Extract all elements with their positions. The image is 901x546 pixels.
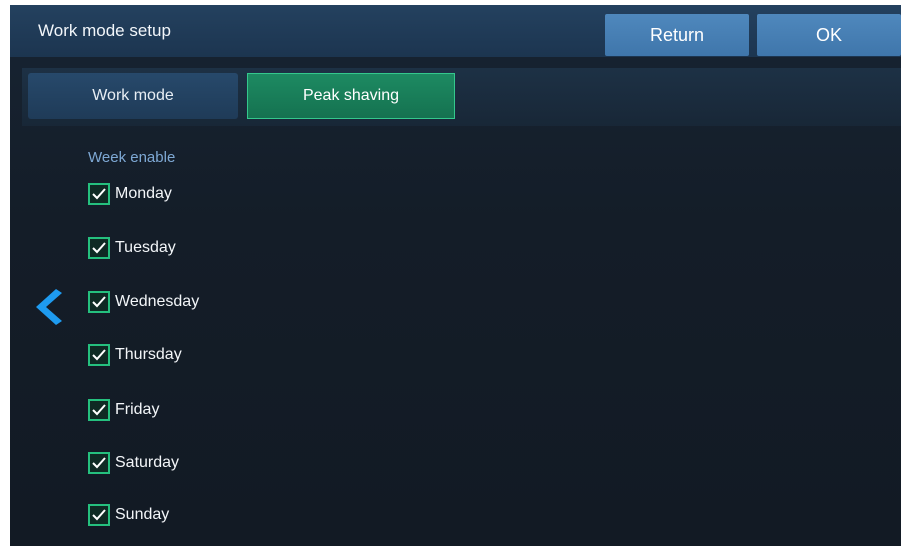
monday-checkbox-row[interactable]: Monday (88, 181, 172, 207)
thursday-checkbox[interactable] (88, 344, 110, 366)
work-mode-setup-screen: Work mode setup Return OK Work mode Peak… (10, 5, 901, 546)
sunday-checkbox[interactable] (88, 504, 110, 526)
checkmark-icon (92, 188, 106, 200)
tuesday-checkbox-row[interactable]: Tuesday (88, 235, 176, 261)
wednesday-label: Wednesday (115, 293, 200, 310)
sunday-checkbox-row[interactable]: Sunday (88, 502, 169, 528)
page-title: Work mode setup (38, 21, 171, 40)
saturday-checkbox-row[interactable]: Saturday (88, 450, 179, 476)
return-button[interactable]: Return (605, 14, 749, 56)
tab-peak-shaving[interactable]: Peak shaving (247, 73, 455, 119)
week-enable-label: Week enable (88, 149, 176, 166)
checkmark-icon (92, 296, 106, 308)
tuesday-checkbox[interactable] (88, 237, 110, 259)
monday-label: Monday (115, 185, 172, 202)
wednesday-checkbox-row[interactable]: Wednesday (88, 289, 199, 315)
friday-label: Friday (115, 401, 160, 418)
friday-checkbox[interactable] (88, 399, 110, 421)
saturday-label: Saturday (115, 454, 180, 471)
friday-checkbox-row[interactable]: Friday (88, 397, 159, 423)
sunday-label: Sunday (115, 506, 170, 523)
tuesday-label: Tuesday (115, 239, 176, 256)
checkmark-icon (92, 457, 106, 469)
wednesday-checkbox[interactable] (88, 291, 110, 313)
chevron-left-icon[interactable] (32, 285, 62, 329)
checkmark-icon (92, 349, 106, 361)
tab-work-mode[interactable]: Work mode (28, 73, 238, 119)
monday-checkbox[interactable] (88, 183, 110, 205)
tab-bar: Work mode Peak shaving (22, 68, 901, 126)
ok-button[interactable]: OK (757, 14, 901, 56)
checkmark-icon (92, 242, 106, 254)
thursday-checkbox-row[interactable]: Thursday (88, 342, 182, 368)
checkmark-icon (92, 509, 106, 521)
checkmark-icon (92, 404, 106, 416)
saturday-checkbox[interactable] (88, 452, 110, 474)
thursday-label: Thursday (115, 346, 182, 363)
